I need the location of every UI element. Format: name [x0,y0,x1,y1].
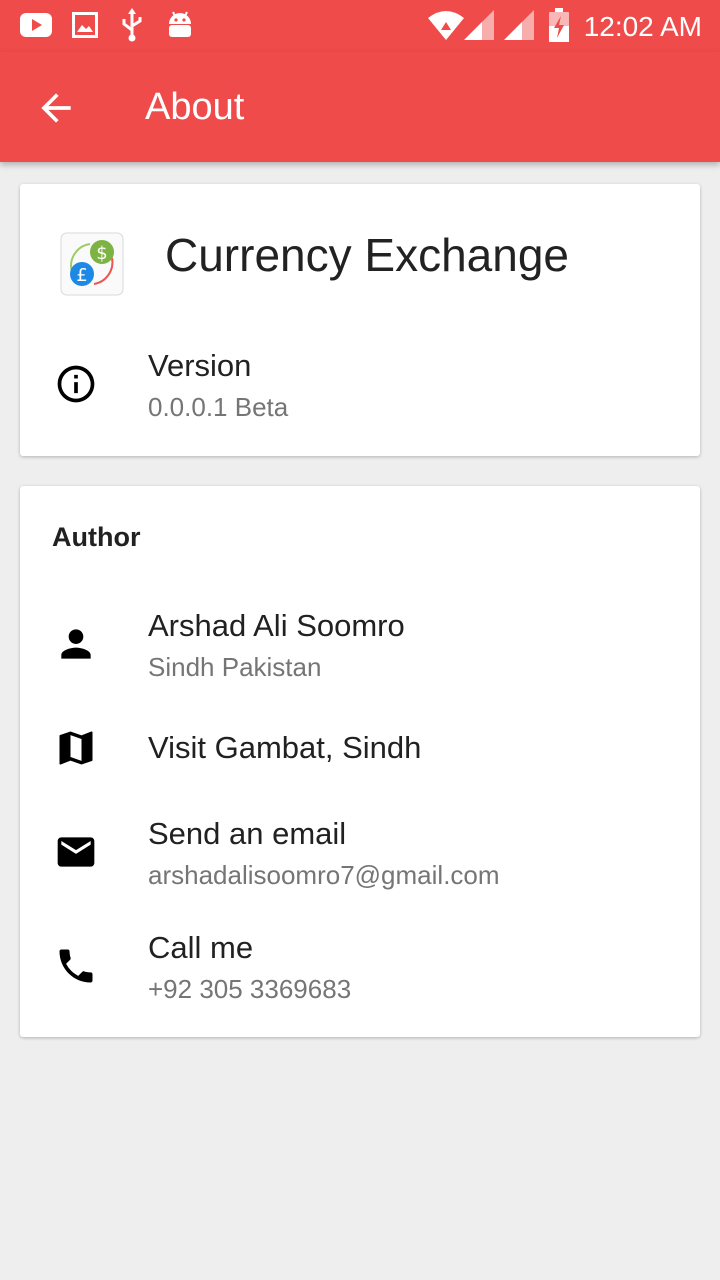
phone-row[interactable]: Call me +92 305 3369683 [20,930,700,1020]
status-time: 12:02 AM [583,11,702,42]
signal-icon [464,10,494,40]
phone-label: Call me [148,930,254,965]
email-icon [57,837,95,867]
email-label: Send an email [148,816,347,851]
svg-text:$: $ [96,243,107,264]
visit-location-row[interactable]: Visit Gambat, Sindh [20,722,700,792]
app-info-card: $ £ Currency Exchange Version 0.0.0.1 Be… [20,184,700,456]
wifi-icon [428,11,464,40]
visit-location-label: Visit Gambat, Sindh [148,730,422,765]
info-icon [57,365,95,403]
email-address: arshadalisoomro7@gmail.com [148,860,500,890]
currency-exchange-logo: $ £ [60,232,124,296]
author-name: Arshad Ali Soomro [148,608,405,643]
version-label: Version [148,348,252,383]
usb-icon [122,8,142,42]
gallery-icon [72,12,98,38]
phone-icon [59,949,93,983]
svg-text:£: £ [76,265,87,286]
email-row[interactable]: Send an email arshadalisoomro7@gmail.com [20,816,700,906]
page-title: About [145,86,245,128]
signal-icon [504,10,534,40]
phone-number: +92 305 3369683 [148,974,352,1004]
person-icon [61,629,91,659]
author-location: Sindh Pakistan [148,652,322,682]
map-icon [59,731,93,765]
app-name: Currency Exchange [165,229,569,281]
android-icon [169,11,191,37]
author-name-row[interactable]: Arshad Ali Soomro Sindh Pakistan [20,606,700,696]
battery-charging-icon [549,8,569,42]
version-value: 0.0.0.1 Beta [148,392,289,422]
app-bar: About [0,52,720,162]
arrow-back-icon[interactable] [34,86,78,130]
section-title-author: Author [52,522,141,552]
author-card: Author Arshad Ali Soomro Sindh Pakistan … [20,486,700,1037]
youtube-icon [20,13,52,37]
status-bar: 12:02 AM [0,0,720,52]
version-row: Version 0.0.0.1 Beta [20,344,700,434]
